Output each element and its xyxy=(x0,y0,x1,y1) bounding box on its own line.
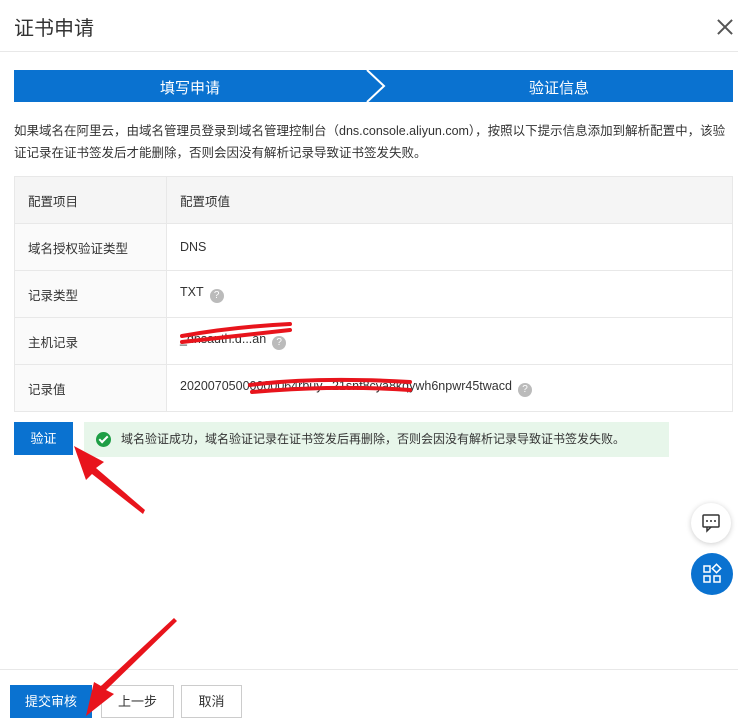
close-icon[interactable] xyxy=(714,16,736,38)
help-icon[interactable]: ? xyxy=(209,289,224,303)
dialog-header: 证书申请 xyxy=(0,0,738,52)
row-key: 记录类型 xyxy=(14,270,167,318)
row-value: _dnsauth.d...an? xyxy=(166,317,733,365)
check-circle-icon xyxy=(96,432,111,447)
success-text: 域名验证成功，域名验证记录在证书签发后再删除，否则会因没有解析记录导致证书签发失… xyxy=(121,432,626,446)
header-config-item: 配置项目 xyxy=(14,176,167,224)
header-config-value: 配置项值 xyxy=(166,176,733,224)
value-text[interactable]: 20200705000000064rbuy...21snf8cya8kqywh6… xyxy=(180,379,512,393)
value-text: DNS xyxy=(180,240,207,254)
table-row: 记录值 20200705000000064rbuy...21snf8cya8kq… xyxy=(14,364,733,412)
cancel-button[interactable]: 取消 xyxy=(181,685,242,718)
dns-config-table: 配置项目 配置项值 域名授权验证类型 DNS 记录类型 TXT? 主机记录 _d… xyxy=(14,176,733,412)
row-key: 主机记录 xyxy=(14,317,167,365)
value-text: TXT xyxy=(180,285,204,299)
table-row: 记录类型 TXT? xyxy=(14,270,733,318)
value-text[interactable]: _dnsauth.d...an xyxy=(180,332,266,346)
row-key: 域名授权验证类型 xyxy=(14,223,167,271)
dialog-title: 证书申请 xyxy=(14,18,94,40)
success-message: 域名验证成功，域名验证记录在证书签发后再删除，否则会因没有解析记录导致证书签发失… xyxy=(84,422,669,457)
step-2-label: 验证信息 xyxy=(528,80,589,97)
table-row: 域名授权验证类型 DNS xyxy=(14,223,733,271)
step-1-label: 填写申请 xyxy=(159,80,220,97)
help-icon[interactable]: ? xyxy=(272,336,287,350)
apps-grid-icon xyxy=(703,563,722,583)
table-header-row: 配置项目 配置项值 xyxy=(14,176,733,224)
table-row: 主机记录 _dnsauth.d...an? xyxy=(14,317,733,365)
step-progress: 填写申请 验证信息 xyxy=(14,70,733,102)
verify-button[interactable]: 验证 xyxy=(14,422,73,455)
row-value: 20200705000000064rbuy...21snf8cya8kqywh6… xyxy=(166,364,733,412)
previous-step-button[interactable]: 上一步 xyxy=(101,685,174,718)
row-value: DNS xyxy=(166,223,733,271)
help-icon[interactable]: ? xyxy=(517,383,532,397)
row-key: 记录值 xyxy=(14,364,167,412)
instruction-text: 如果域名在阿里云，由域名管理员登录到域名管理控制台（dns.console.al… xyxy=(14,124,726,160)
chat-button[interactable] xyxy=(691,503,731,543)
submit-review-button[interactable]: 提交审核 xyxy=(10,685,92,718)
row-value: TXT? xyxy=(166,270,733,318)
chat-icon xyxy=(702,514,720,533)
apps-button[interactable] xyxy=(691,553,733,595)
